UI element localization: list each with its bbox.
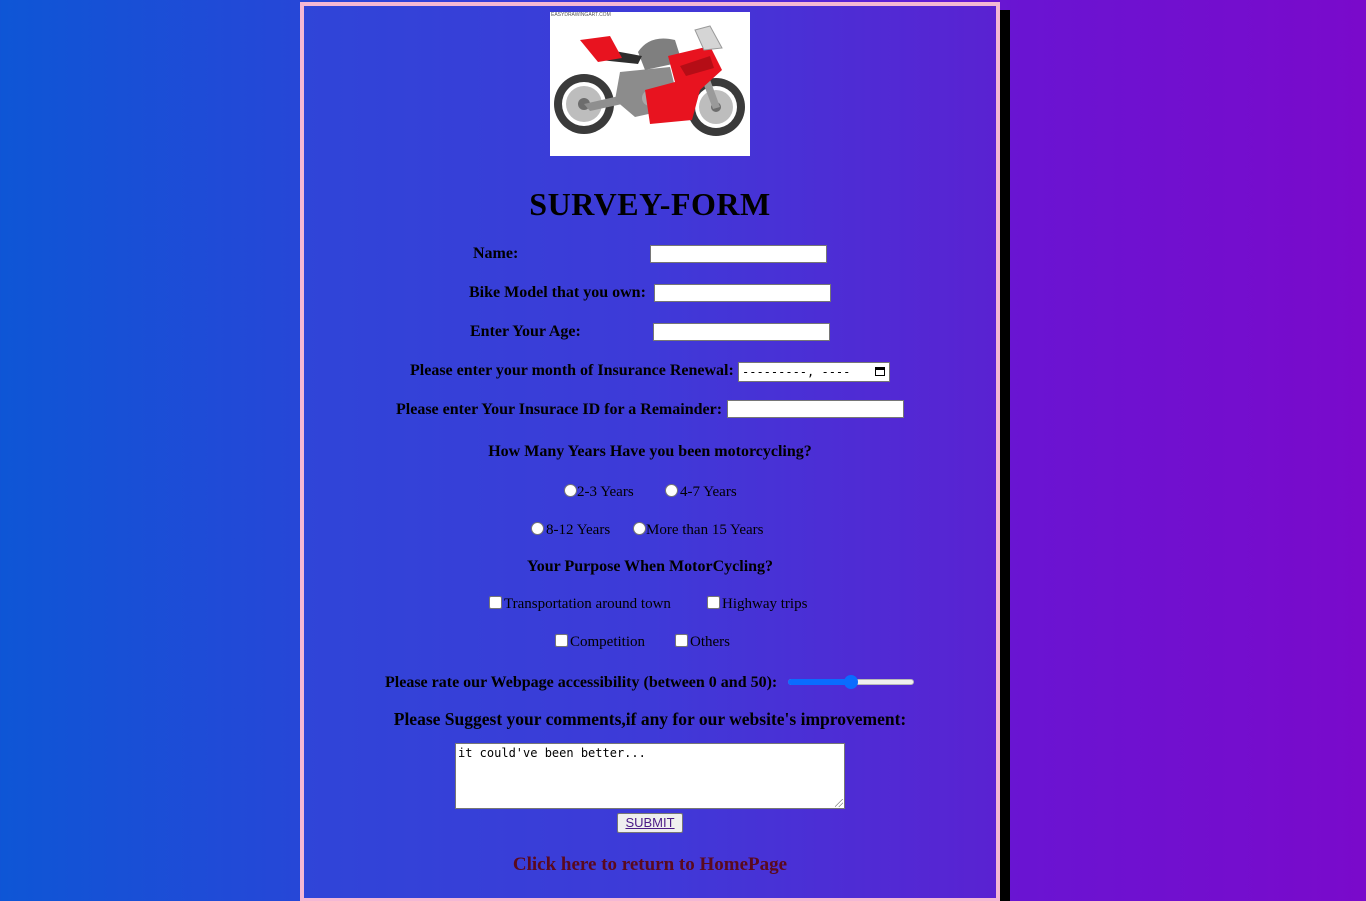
- purpose-option-others[interactable]: Others: [675, 634, 730, 651]
- calendar-icon[interactable]: [875, 367, 885, 376]
- name-input[interactable]: [650, 245, 827, 263]
- motorcycle-logo: EASYDRAWINGART.COM: [550, 12, 750, 156]
- comments-textarea[interactable]: it could've been better...: [455, 743, 845, 809]
- purpose-option-competition[interactable]: Competition: [555, 634, 645, 651]
- renewal-month-input[interactable]: ---------, ----: [738, 362, 890, 382]
- rating-slider[interactable]: [788, 675, 914, 689]
- comments-value: it could've been better...: [458, 746, 646, 760]
- checkbox[interactable]: [555, 634, 568, 647]
- bike-model-input[interactable]: [654, 284, 831, 302]
- logo-watermark: EASYDRAWINGART.COM: [551, 12, 611, 18]
- years-option-8-12[interactable]: 8-12 Years: [531, 522, 610, 539]
- renewal-month-label: Please enter your month of Insurance Ren…: [410, 362, 734, 379]
- comments-label: Please Suggest your comments,if any for …: [393, 709, 907, 729]
- radio-button[interactable]: [633, 522, 646, 535]
- insurance-id-input[interactable]: [727, 400, 904, 418]
- years-question: How Many Years Have you been motorcyclin…: [488, 443, 812, 460]
- homepage-link[interactable]: Click here to return to HomePage: [304, 854, 996, 876]
- years-option-15-plus[interactable]: More than 15 Years: [633, 522, 764, 539]
- slider-fill: [788, 679, 851, 685]
- rating-label: Please rate our Webpage accessibility (b…: [385, 674, 778, 691]
- renewal-month-value: ---------, ----: [742, 365, 851, 379]
- checkbox[interactable]: [707, 596, 720, 609]
- insurance-id-label: Please enter Your Insurace ID for a Rema…: [396, 401, 723, 418]
- checkbox[interactable]: [675, 634, 688, 647]
- submit-button[interactable]: SUBMIT: [617, 813, 683, 833]
- bike-model-label: Bike Model that you own:: [469, 284, 646, 301]
- years-option-2-3[interactable]: 2-3 Years: [564, 484, 634, 501]
- purpose-option-transportation[interactable]: Transportation around town: [489, 596, 671, 613]
- name-label: Name:: [473, 245, 519, 262]
- purpose-option-highway[interactable]: Highway trips: [707, 596, 807, 613]
- slider-thumb[interactable]: [844, 675, 858, 689]
- age-input[interactable]: [653, 323, 830, 341]
- radio-button[interactable]: [564, 484, 577, 497]
- checkbox[interactable]: [489, 596, 502, 609]
- years-option-4-7[interactable]: 4-7 Years: [665, 484, 737, 501]
- page-title: SURVEY-FORM: [529, 186, 771, 222]
- age-label: Enter Your Age:: [470, 323, 581, 340]
- resize-grip-icon[interactable]: [835, 799, 843, 807]
- survey-panel: EASYDRAWINGART.COM SURVEY-FORM Name: Bik…: [300, 2, 1000, 901]
- radio-button[interactable]: [665, 484, 678, 497]
- purpose-question: Your Purpose When MotorCycling?: [526, 558, 774, 575]
- motorcycle-icon: [554, 25, 745, 136]
- radio-button[interactable]: [531, 522, 544, 535]
